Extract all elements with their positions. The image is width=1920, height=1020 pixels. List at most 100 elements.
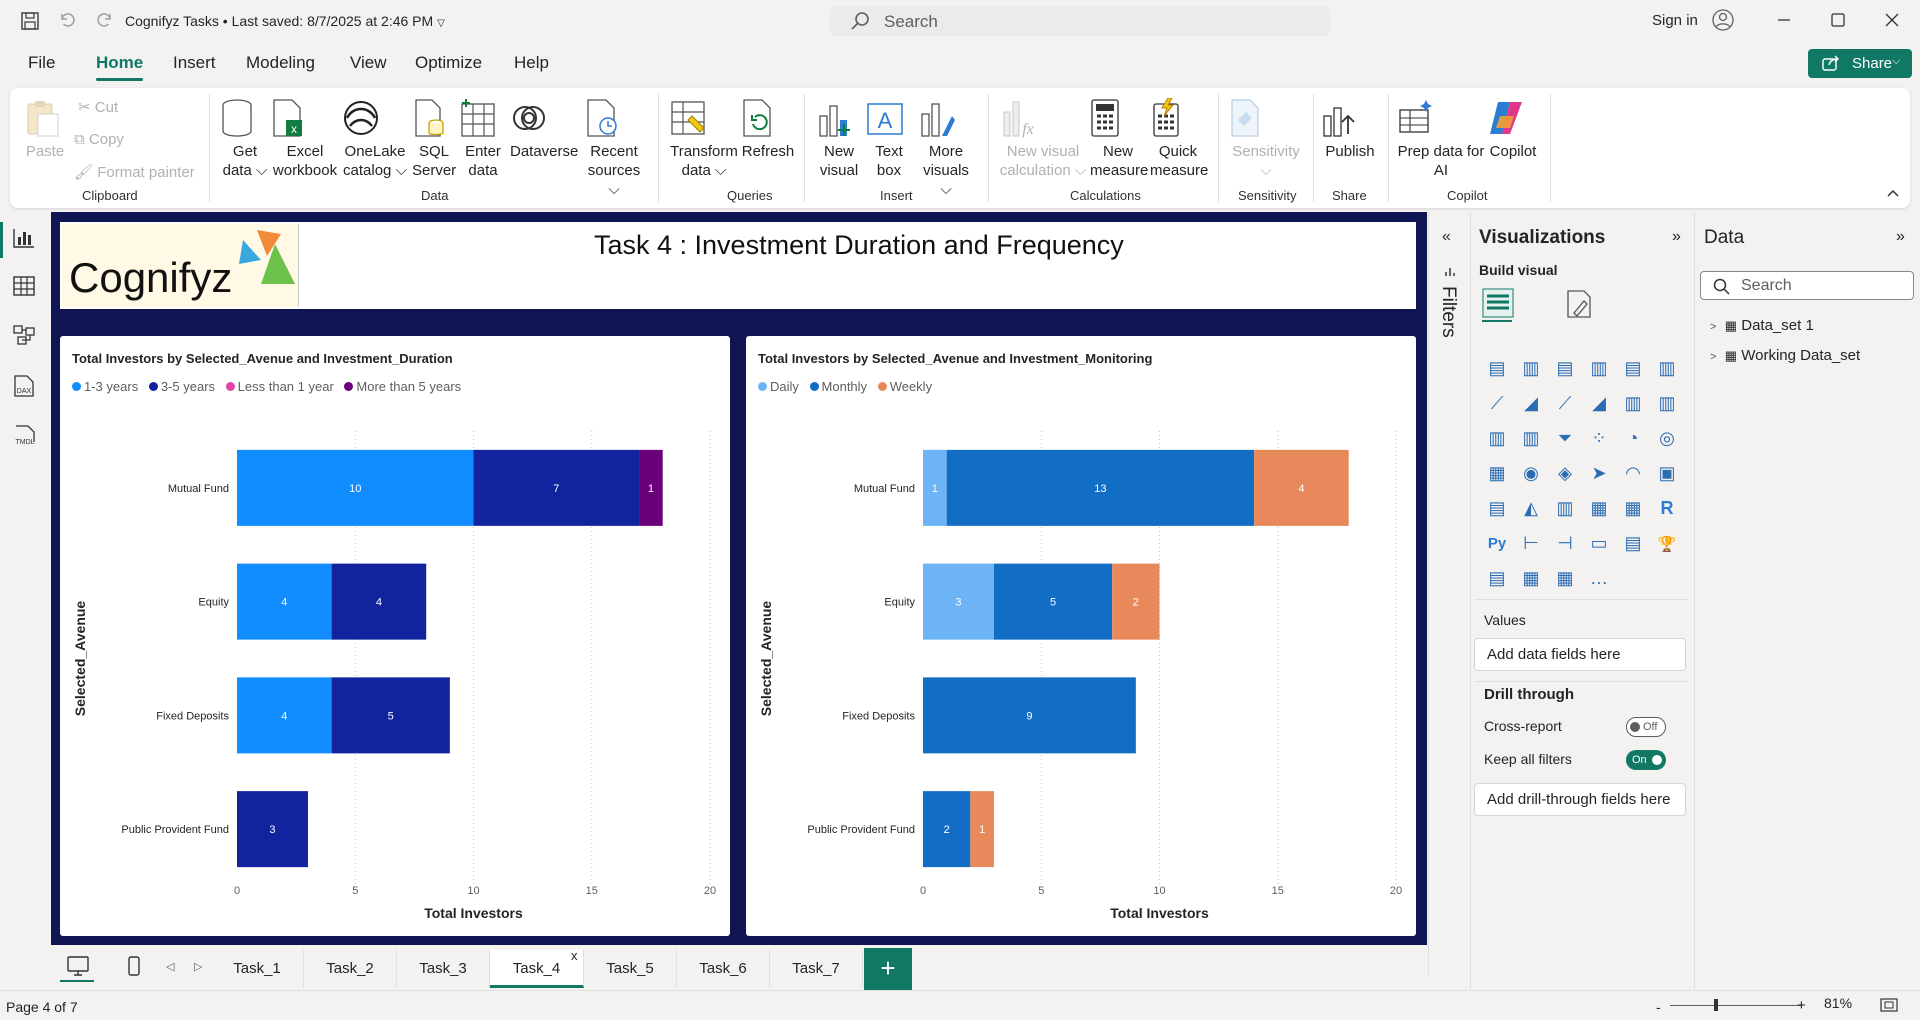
- card-new-icon[interactable]: ▦: [1514, 561, 1548, 596]
- format-painter-button[interactable]: 🖌 Format painter: [74, 163, 195, 181]
- previous-page-icon[interactable]: ◁: [166, 960, 174, 973]
- zoom-slider-thumb[interactable]: [1714, 999, 1718, 1011]
- multi-row-card-icon[interactable]: ▤: [1480, 491, 1514, 526]
- line-column-icon[interactable]: ▥: [1616, 386, 1650, 421]
- chevron-right-icon[interactable]: >: [1710, 351, 1716, 363]
- tab-optimize[interactable]: Optimize: [415, 53, 482, 73]
- get-data-button[interactable]: Get data ⌵: [220, 98, 270, 180]
- new-visual-button[interactable]: New visual: [816, 98, 862, 180]
- tmdl-view-icon[interactable]: TMDL: [12, 424, 38, 448]
- clustered-column-icon[interactable]: ▥: [1582, 351, 1616, 386]
- new-visual-calculation-button[interactable]: fx New visual calculation ⌵: [998, 98, 1088, 180]
- stacked-area-icon[interactable]: ⟋: [1548, 386, 1582, 421]
- more-visuals-button[interactable]: More visuals ⌵: [918, 98, 974, 199]
- prep-data-for-ai-button[interactable]: Prep data for AI: [1396, 98, 1486, 180]
- fit-to-page-icon[interactable]: [1880, 998, 1898, 1012]
- maximize-icon[interactable]: [1830, 12, 1846, 28]
- tab-home[interactable]: Home: [96, 53, 143, 73]
- close-icon[interactable]: [1884, 12, 1900, 28]
- chart-investment-duration[interactable]: Total Investors by Selected_Avenue and I…: [60, 336, 730, 936]
- new-measure-button[interactable]: New measure: [1090, 98, 1148, 180]
- excel-workbook-button[interactable]: x Excel workbook: [270, 98, 340, 180]
- python-visual-icon[interactable]: Py: [1480, 526, 1514, 561]
- slicer-new-icon[interactable]: ▦: [1548, 561, 1582, 596]
- format-visual-icon[interactable]: [1564, 289, 1594, 319]
- close-page-icon[interactable]: x: [571, 948, 578, 963]
- zoom-level[interactable]: 81%: [1824, 995, 1852, 1011]
- search-input[interactable]: Search: [830, 6, 1330, 36]
- paginated-report-icon[interactable]: ▤: [1480, 561, 1514, 596]
- copilot-button[interactable]: Copilot: [1486, 98, 1540, 161]
- collapse-data-icon[interactable]: »: [1896, 228, 1905, 246]
- sql-server-button[interactable]: SQL Server: [412, 98, 456, 180]
- table-view-icon[interactable]: [12, 275, 36, 297]
- table-visual-icon[interactable]: ▦: [1582, 491, 1616, 526]
- r-visual-icon[interactable]: R: [1650, 491, 1684, 526]
- add-page-button[interactable]: +: [864, 948, 912, 990]
- page-tab[interactable]: Task_7: [770, 950, 863, 988]
- drill-through-drop-zone[interactable]: Add drill-through fields here: [1474, 783, 1686, 816]
- cut-button[interactable]: ✂ Cut: [78, 98, 118, 116]
- pie-chart-icon[interactable]: ◔: [1616, 421, 1650, 456]
- kpi-icon[interactable]: ◭: [1514, 491, 1548, 526]
- filters-label[interactable]: Filters: [1437, 286, 1459, 338]
- filled-map-icon[interactable]: ◈: [1548, 456, 1582, 491]
- funnel-icon[interactable]: ⏷: [1548, 421, 1582, 456]
- build-visual-icon[interactable]: [1482, 288, 1514, 318]
- metrics-icon[interactable]: 🏆: [1650, 526, 1684, 561]
- page-tab[interactable]: Task_1: [211, 950, 304, 988]
- narrative-icon[interactable]: ▤: [1616, 526, 1650, 561]
- next-page-icon[interactable]: ▷: [194, 960, 202, 973]
- values-drop-zone[interactable]: Add data fields here: [1474, 638, 1686, 671]
- sign-in-link[interactable]: Sign in: [1652, 12, 1698, 29]
- save-icon[interactable]: [20, 11, 40, 31]
- tab-modeling[interactable]: Modeling: [246, 53, 315, 73]
- map-icon[interactable]: ◉: [1514, 456, 1548, 491]
- ribbon-chart-icon[interactable]: ▥: [1480, 421, 1514, 456]
- line-chart-icon[interactable]: ⟋: [1480, 386, 1514, 421]
- treemap-icon[interactable]: ▦: [1480, 456, 1514, 491]
- stacked-bar-icon[interactable]: ▤: [1480, 351, 1514, 386]
- decomposition-tree-icon[interactable]: ⊣: [1548, 526, 1582, 561]
- dataverse-button[interactable]: Dataverse: [510, 98, 578, 161]
- quick-measure-button[interactable]: Quick measure: [1150, 98, 1208, 180]
- waterfall-icon[interactable]: ▥: [1514, 421, 1548, 456]
- 100-area-icon[interactable]: ◢: [1582, 386, 1616, 421]
- page-tab[interactable]: Task_5: [584, 950, 677, 988]
- cross-report-toggle[interactable]: Off: [1626, 717, 1666, 737]
- recent-sources-button[interactable]: Recent sources ⌵: [584, 98, 644, 199]
- enter-data-button[interactable]: Enter data: [460, 98, 506, 180]
- desktop-layout-icon[interactable]: [66, 955, 90, 977]
- report-view-icon[interactable]: [12, 227, 36, 249]
- zoom-in-icon[interactable]: +: [1797, 997, 1806, 1014]
- more-visuals-icon[interactable]: …: [1582, 561, 1616, 596]
- onelake-catalog-button[interactable]: OneLake catalog ⌵: [342, 98, 408, 180]
- matrix-icon[interactable]: ▦: [1616, 491, 1650, 526]
- copy-button[interactable]: ⧉ Copy: [74, 131, 124, 148]
- redo-icon[interactable]: [96, 11, 114, 29]
- line-clustered-icon[interactable]: ▥: [1650, 386, 1684, 421]
- page-tab[interactable]: Task_2: [304, 950, 397, 988]
- page-tab[interactable]: Task_6: [677, 950, 770, 988]
- scatter-icon[interactable]: ⁘: [1582, 421, 1616, 456]
- page-tab[interactable]: Task_3: [397, 950, 490, 988]
- chevron-right-icon[interactable]: >: [1710, 321, 1716, 333]
- data-search-input[interactable]: Search: [1700, 271, 1914, 300]
- tab-view[interactable]: View: [350, 53, 387, 73]
- collapse-visualizations-icon[interactable]: »: [1672, 228, 1681, 246]
- chevron-down-icon[interactable]: ▽: [437, 18, 445, 29]
- 100-column-icon[interactable]: ▥: [1650, 351, 1684, 386]
- tab-insert[interactable]: Insert: [173, 53, 216, 73]
- sensitivity-button[interactable]: Sensitivity ⌵: [1228, 98, 1304, 180]
- tab-help[interactable]: Help: [514, 53, 549, 73]
- paste-button[interactable]: Paste: [24, 100, 66, 161]
- account-icon[interactable]: [1712, 9, 1734, 31]
- page-tab-active[interactable]: Task_4: [490, 950, 584, 988]
- collapse-filters-icon[interactable]: «: [1442, 228, 1451, 246]
- slicer-icon[interactable]: ▥: [1548, 491, 1582, 526]
- gauge-icon[interactable]: ◠: [1616, 456, 1650, 491]
- area-chart-icon[interactable]: ◢: [1514, 386, 1548, 421]
- publish-button[interactable]: Publish: [1320, 98, 1380, 161]
- stacked-column-icon[interactable]: ▥: [1514, 351, 1548, 386]
- model-view-icon[interactable]: [12, 324, 36, 346]
